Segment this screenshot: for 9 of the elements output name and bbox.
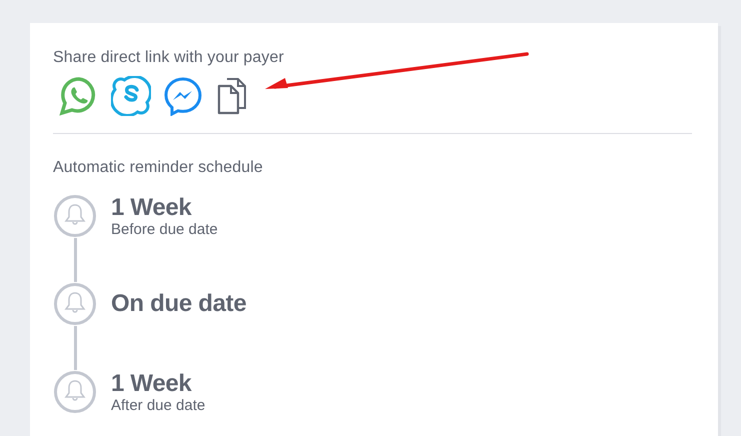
- reminder-title: 1 Week: [111, 194, 193, 222]
- reminder-subtitle: After due date: [111, 398, 206, 414]
- skype-icon[interactable]: [111, 76, 151, 116]
- reminder-title: 1 Week: [111, 370, 193, 398]
- reminder-subtitle: Before due date: [111, 222, 218, 238]
- reminder-heading: Automatic reminder schedule: [53, 158, 264, 178]
- messenger-icon[interactable]: [163, 76, 203, 116]
- reminder-title: On due date: [111, 290, 246, 318]
- share-heading: Share direct link with your payer: [53, 48, 285, 68]
